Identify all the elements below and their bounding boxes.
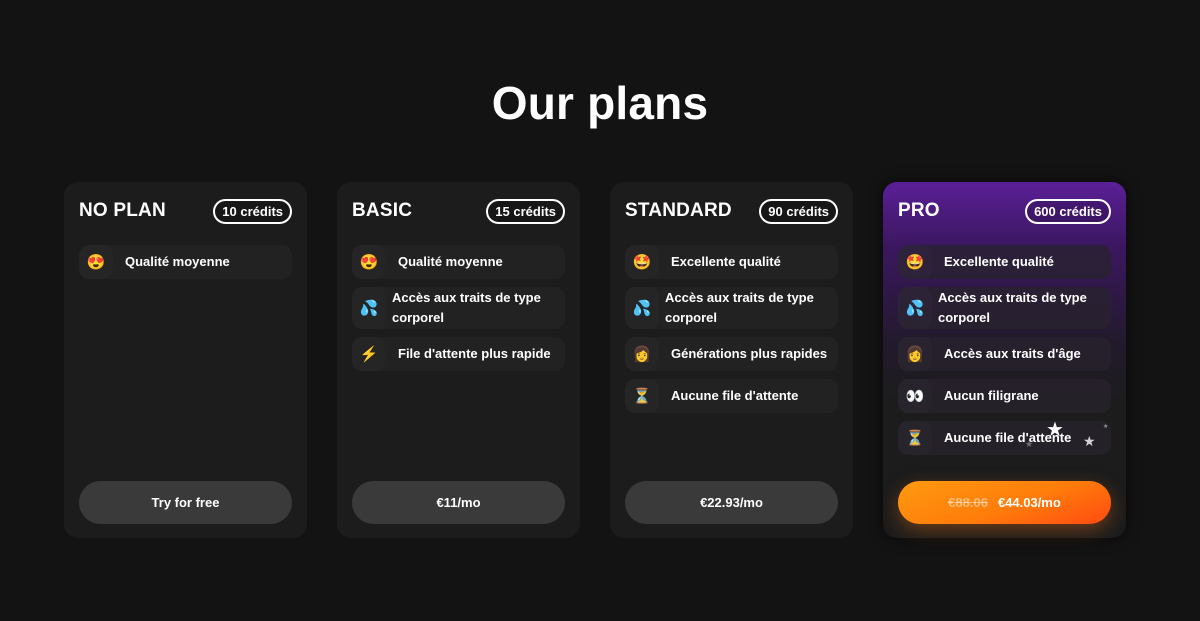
- credits-badge: 15 crédits: [486, 198, 565, 224]
- star-struck-icon: 🤩: [632, 254, 652, 271]
- credits-badge: 10 crédits: [213, 198, 292, 224]
- credits-badge: 600 crédits: [1025, 198, 1111, 224]
- feature-label: Qualité moyenne: [125, 254, 230, 269]
- feature-item: 😍 Qualité moyenne: [352, 245, 565, 279]
- feature-item: ⚡ File d'attente plus rapide: [352, 337, 565, 371]
- basic-subscribe-button[interactable]: €11/mo: [352, 481, 565, 524]
- page-title: Our plans: [491, 77, 709, 129]
- star-icon: ★: [1083, 433, 1096, 449]
- plan-card-standard: STANDARD 90 crédits 🤩 Excellente qualité…: [610, 182, 853, 538]
- hourglass-icon: ⏳: [905, 430, 925, 447]
- plan-name: PRO: [898, 200, 940, 221]
- plan-name: STANDARD: [625, 200, 732, 221]
- feature-label: File d'attente plus rapide: [398, 346, 551, 361]
- feature-label: Accès aux traits d'âge: [944, 346, 1081, 361]
- card-header: STANDARD 90 crédits: [625, 182, 838, 240]
- feature-label: Générations plus rapides: [671, 346, 828, 361]
- feature-item: 👩 Accès aux traits d'âge: [898, 337, 1111, 371]
- feature-item: 💦 Accès aux traits de type corporel: [625, 287, 838, 329]
- old-price: €88.06: [948, 495, 988, 510]
- feature-item: 💦 Accès aux traits de type corporel: [898, 287, 1111, 329]
- feature-item: 👩 Générations plus rapides: [625, 337, 838, 371]
- star-struck-icon: 🤩: [905, 254, 925, 271]
- card-header: PRO 600 crédits: [898, 182, 1111, 240]
- try-for-free-button[interactable]: Try for free: [79, 481, 292, 524]
- woman-icon: 👩: [632, 346, 652, 363]
- feature-label: Excellente qualité: [671, 254, 781, 269]
- cta-label: €22.93/mo: [700, 495, 763, 510]
- hourglass-icon: ⏳: [632, 388, 652, 405]
- feature-item-highlighted: ⏳ Aucune file d'attente ★ ★ ★ ★: [898, 421, 1111, 455]
- eyes-icon: 👀: [905, 388, 925, 405]
- feature-item: 🤩 Excellente qualité: [898, 245, 1111, 279]
- feature-item: 🤩 Excellente qualité: [625, 245, 838, 279]
- feature-list: 😍 Qualité moyenne: [79, 245, 292, 279]
- feature-item: 💦 Accès aux traits de type corporel: [352, 287, 565, 329]
- feature-label: Qualité moyenne: [398, 254, 503, 269]
- heart-eyes-icon: 😍: [359, 254, 379, 271]
- feature-label: Accès aux traits de type corporel: [938, 290, 1087, 325]
- plan-name: NO PLAN: [79, 200, 166, 221]
- feature-label: Accès aux traits de type corporel: [392, 290, 541, 325]
- feature-label: Excellente qualité: [944, 254, 1054, 269]
- sweat-droplets-icon: 💦: [632, 300, 652, 317]
- heart-eyes-icon: 😍: [86, 254, 106, 271]
- card-header: NO PLAN 10 crédits: [79, 182, 292, 240]
- plan-card-basic: BASIC 15 crédits 😍 Qualité moyenne 💦 Acc…: [337, 182, 580, 538]
- sweat-droplets-icon: 💦: [359, 300, 379, 317]
- pro-subscribe-button[interactable]: €88.06 €44.03/mo: [898, 481, 1111, 524]
- feature-label: Aucune file d'attente: [671, 388, 799, 403]
- plans-grid: NO PLAN 10 crédits 😍 Qualité moyenne Try…: [64, 182, 1126, 538]
- cta-label: €44.03/mo: [997, 495, 1061, 510]
- plan-card-no-plan: NO PLAN 10 crédits 😍 Qualité moyenne Try…: [64, 182, 307, 538]
- feature-item: 😍 Qualité moyenne: [79, 245, 292, 279]
- card-header: BASIC 15 crédits: [352, 182, 565, 240]
- star-icon: ★: [1103, 424, 1109, 430]
- feature-label: Aucun filigrane: [944, 388, 1039, 403]
- credits-badge: 90 crédits: [759, 198, 838, 224]
- lightning-icon: ⚡: [359, 346, 379, 363]
- feature-list: 🤩 Excellente qualité 💦 Accès aux traits …: [898, 245, 1111, 455]
- woman-icon: 👩: [905, 346, 925, 363]
- sweat-droplets-icon: 💦: [905, 300, 925, 317]
- feature-item: 👀 Aucun filigrane: [898, 379, 1111, 413]
- feature-label: Accès aux traits de type corporel: [665, 290, 814, 325]
- feature-list: 😍 Qualité moyenne 💦 Accès aux traits de …: [352, 245, 565, 371]
- feature-item: ⏳ Aucune file d'attente: [625, 379, 838, 413]
- plan-name: BASIC: [352, 200, 413, 221]
- cta-label: €11/mo: [436, 495, 481, 510]
- feature-list: 🤩 Excellente qualité 💦 Accès aux traits …: [625, 245, 838, 413]
- cta-label: Try for free: [151, 495, 220, 510]
- plan-card-pro: PRO 600 crédits 🤩 Excellente qualité 💦 A…: [883, 182, 1126, 538]
- standard-subscribe-button[interactable]: €22.93/mo: [625, 481, 838, 524]
- feature-label: Aucune file d'attente: [944, 430, 1072, 445]
